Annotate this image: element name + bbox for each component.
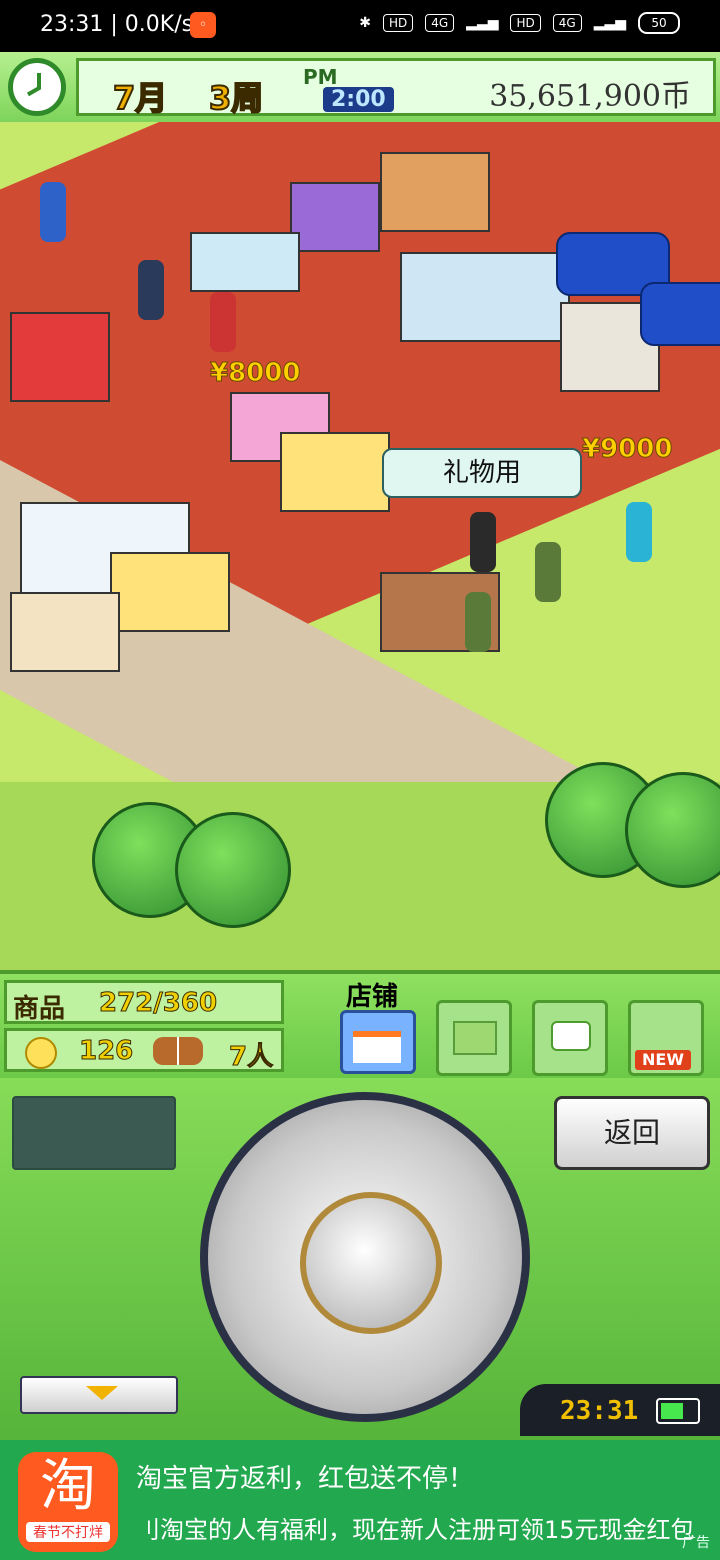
price-popup-2: ¥9000 bbox=[581, 434, 673, 465]
money-counter: 35,651,900币 bbox=[489, 79, 691, 114]
chat-icon bbox=[551, 1021, 591, 1051]
shop-label: 店铺 bbox=[346, 982, 399, 1012]
taobao-icon-char: 淘 bbox=[40, 1454, 96, 1519]
new-badge: NEW bbox=[635, 1050, 691, 1070]
hd-chip-1: HD bbox=[382, 14, 414, 32]
smiley-icon bbox=[25, 1037, 57, 1069]
vending-machines[interactable] bbox=[10, 312, 110, 402]
clock-icon[interactable] bbox=[8, 58, 66, 116]
ad-title[interactable]: 淘宝官方返利，红包送不停！ bbox=[136, 1458, 474, 1495]
status-time-speed: 23:31 | 0.0K/s bbox=[40, 12, 194, 37]
status-icons: ✱ HD 4G ▂▃▅ HD 4G ▂▃▅ 50 bbox=[359, 12, 680, 34]
cash-menu-button[interactable] bbox=[436, 1000, 512, 1076]
bluetooth-icon: ✱ bbox=[359, 15, 371, 31]
device-clock: 23:31 bbox=[560, 1396, 639, 1426]
snack-stall-1[interactable] bbox=[110, 552, 230, 632]
staff-member[interactable] bbox=[210, 292, 236, 352]
month-label: 7月 bbox=[112, 78, 168, 118]
top-hud: 7月 3周 PM 2:00 35,651,900币 bbox=[0, 52, 720, 126]
goods-value: 272/360 bbox=[98, 988, 218, 1019]
ampm-label: PM bbox=[303, 65, 338, 89]
staff-member[interactable] bbox=[465, 592, 491, 652]
couple-icon bbox=[153, 1037, 203, 1065]
customer[interactable] bbox=[40, 182, 66, 242]
goods-label: 商品 bbox=[13, 994, 66, 1024]
week-label: 3周 bbox=[208, 78, 264, 118]
visitors-value: 126 bbox=[78, 1036, 134, 1067]
message-menu-button[interactable] bbox=[532, 1000, 608, 1076]
gift-speech-bubble: 礼物用 bbox=[382, 448, 582, 498]
hd-chip-2: HD bbox=[510, 14, 541, 32]
mini-screen bbox=[12, 1096, 176, 1170]
app-notification-icon: ◦ bbox=[190, 12, 216, 38]
tree bbox=[175, 812, 291, 928]
ad-tag: 广告 bbox=[682, 1535, 710, 1551]
snack-stall-2[interactable] bbox=[10, 592, 120, 672]
shop-button[interactable] bbox=[340, 1010, 416, 1074]
customer[interactable] bbox=[470, 512, 496, 572]
center-button[interactable] bbox=[300, 1192, 442, 1334]
new-menu-button[interactable]: NEW bbox=[628, 1000, 704, 1076]
date-money-panel: 7月 3周 PM 2:00 35,651,900币 bbox=[76, 58, 716, 118]
battery-indicator: 50 bbox=[638, 12, 680, 34]
taobao-app-icon[interactable]: 淘 春节不打烊 bbox=[18, 1452, 118, 1552]
signal-icon-2: ▂▃▅ bbox=[593, 15, 626, 31]
customer[interactable] bbox=[626, 502, 652, 562]
direction-pad[interactable] bbox=[200, 1092, 530, 1422]
goods-stat: 商品 272/360 bbox=[4, 980, 284, 1024]
staff-value: 7人 bbox=[228, 1042, 274, 1073]
game-time: 2:00 bbox=[323, 87, 394, 112]
status-bar: 23:31 | 0.0K/s ◦ ✱ HD 4G ▂▃▅ HD 4G ▂▃▅ 5… bbox=[0, 0, 720, 52]
controller-panel: 返回 23:31 bbox=[0, 1078, 720, 1440]
taobao-icon-sub: 春节不打烊 bbox=[26, 1522, 110, 1542]
clothing-rack[interactable] bbox=[290, 182, 380, 252]
4g-chip-1: 4G bbox=[425, 14, 455, 32]
people-stat: 126 7人 bbox=[4, 1028, 284, 1073]
cash-icon bbox=[453, 1021, 497, 1055]
collapse-tab[interactable] bbox=[20, 1376, 178, 1414]
signal-icon-1: ▂▃▅ bbox=[466, 15, 499, 31]
back-button[interactable]: 返回 bbox=[554, 1096, 710, 1170]
car-display-2[interactable] bbox=[640, 282, 720, 346]
customer[interactable] bbox=[138, 260, 164, 320]
furniture-display[interactable] bbox=[380, 152, 490, 232]
device-clock-box: 23:31 bbox=[520, 1384, 720, 1436]
goods-shelf[interactable] bbox=[400, 252, 570, 342]
price-popup-1: ¥8000 bbox=[209, 358, 301, 389]
ad-description[interactable]: 刂淘宝的人有福利，现在新人注册可领15元现金红包 bbox=[136, 1510, 706, 1545]
aquarium-display[interactable] bbox=[190, 232, 300, 292]
snack-stall-3[interactable] bbox=[280, 432, 390, 512]
battery-icon bbox=[656, 1398, 700, 1424]
game-scene[interactable]: ¥8000 ¥9000 礼物用 bbox=[0, 122, 720, 970]
staff-member[interactable] bbox=[535, 542, 561, 602]
ad-banner[interactable]: 淘 春节不打烊 淘宝官方返利，红包送不停！ 刂淘宝的人有福利，现在新人注册可领1… bbox=[0, 1440, 720, 1560]
4g-chip-2: 4G bbox=[552, 14, 582, 32]
